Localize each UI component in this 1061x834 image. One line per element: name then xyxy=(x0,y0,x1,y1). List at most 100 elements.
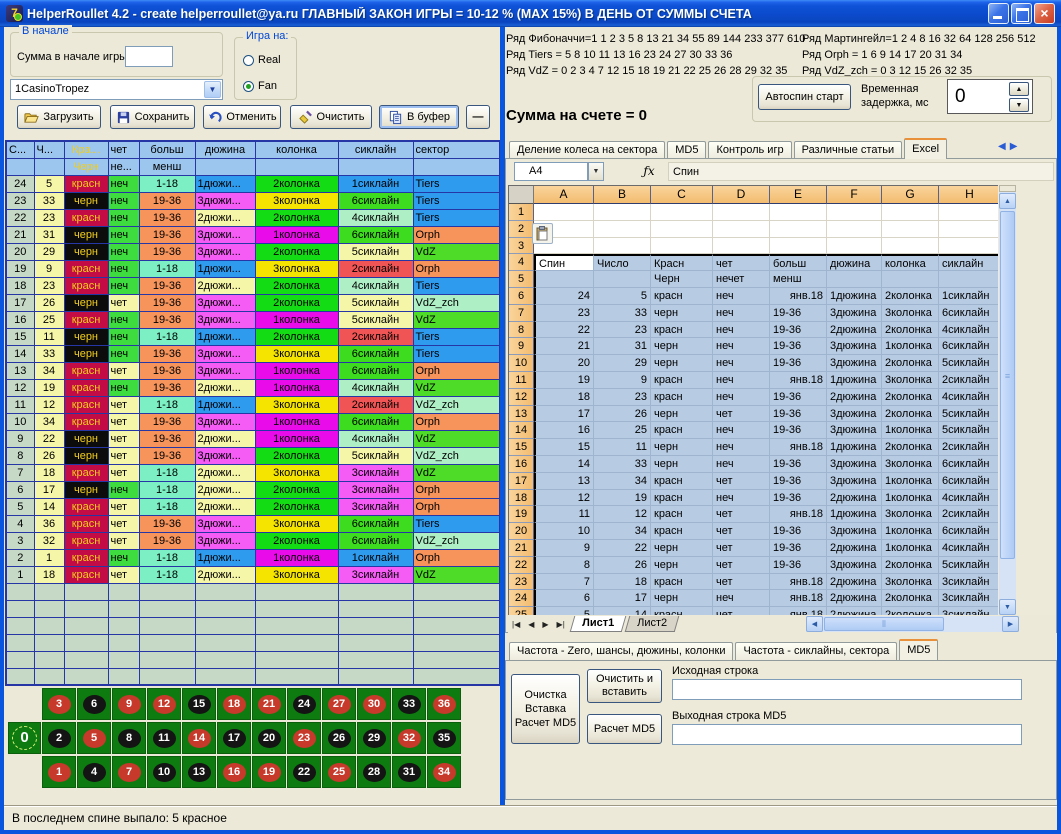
excel-cell-D12[interactable]: неч xyxy=(713,389,770,406)
excel-cell-C15[interactable]: черн xyxy=(651,439,713,456)
excel-cell-C6[interactable]: красн xyxy=(651,288,713,305)
excel-cell-A19[interactable]: 11 xyxy=(534,506,594,523)
excel-cell-F3[interactable] xyxy=(827,238,882,255)
excel-cell-H11[interactable]: 2сиклайн xyxy=(939,372,998,389)
excel-cell-A8[interactable]: 22 xyxy=(534,322,594,339)
excel-cell-F25[interactable]: 2дюжина xyxy=(827,607,882,615)
roulette-cell-35[interactable]: 35 xyxy=(427,722,461,754)
excel-cell-A17[interactable]: 13 xyxy=(534,473,594,490)
roulette-cell-7[interactable]: 7 xyxy=(112,756,146,788)
excel-cell-D2[interactable] xyxy=(713,221,770,238)
excel-cell-H24[interactable]: 3сиклайн xyxy=(939,590,998,607)
excel-cell-A16[interactable]: 14 xyxy=(534,456,594,473)
excel-cell-D13[interactable]: чет xyxy=(713,406,770,423)
excel-row-header-8[interactable]: 8 xyxy=(509,322,534,339)
excel-cell-F24[interactable]: 2дюжина xyxy=(827,590,882,607)
excel-cell-G12[interactable]: 2колонка xyxy=(882,389,939,406)
excel-cell-A4[interactable]: Спин xyxy=(534,254,594,271)
excel-cell-F12[interactable]: 2дюжина xyxy=(827,389,882,406)
excel-cell-C11[interactable]: красн xyxy=(651,372,713,389)
excel-cell-H10[interactable]: 5сиклайн xyxy=(939,355,998,372)
excel-cell-B16[interactable]: 33 xyxy=(594,456,651,473)
sheet-nav-first-button[interactable]: |◀ xyxy=(508,620,524,629)
excel-cell-E20[interactable]: 19-36 xyxy=(770,523,827,540)
excel-cell-H9[interactable]: 6сиклайн xyxy=(939,338,998,355)
excel-cell-B8[interactable]: 23 xyxy=(594,322,651,339)
excel-cell-D15[interactable]: неч xyxy=(713,439,770,456)
excel-cell-B11[interactable]: 9 xyxy=(594,372,651,389)
excel-row-header-16[interactable]: 16 xyxy=(509,456,534,473)
excel-cell-H25[interactable]: 3сиклайн xyxy=(939,607,998,615)
excel-row-header-17[interactable]: 17 xyxy=(509,473,534,490)
excel-cell-H19[interactable]: 2сиклайн xyxy=(939,506,998,523)
roulette-cell-26[interactable]: 26 xyxy=(322,722,356,754)
roulette-cell-10[interactable]: 10 xyxy=(147,756,181,788)
excel-cell-C4[interactable]: Красн xyxy=(651,254,713,271)
excel-cell-C3[interactable] xyxy=(651,238,713,255)
excel-cell-B10[interactable]: 29 xyxy=(594,355,651,372)
excel-cell-H21[interactable]: 4сиклайн xyxy=(939,540,998,557)
excel-cell-A15[interactable]: 15 xyxy=(534,439,594,456)
excel-cell-F22[interactable]: 3дюжина xyxy=(827,557,882,574)
roulette-cell-16[interactable]: 16 xyxy=(217,756,251,788)
excel-cell-H14[interactable]: 5сиклайн xyxy=(939,422,998,439)
excel-cell-D14[interactable]: неч xyxy=(713,422,770,439)
roulette-cell-6[interactable]: 6 xyxy=(77,688,111,720)
excel-cell-E11[interactable]: янв.18 xyxy=(770,372,827,389)
excel-col-header-G[interactable]: G xyxy=(882,186,939,204)
excel-cell-H5[interactable] xyxy=(939,271,998,288)
excel-cell-H4[interactable]: сиклайн xyxy=(939,254,998,271)
scroll-left-icon[interactable]: ◀ xyxy=(806,616,823,632)
excel-cell-E22[interactable]: 19-36 xyxy=(770,557,827,574)
excel-cell-A23[interactable]: 7 xyxy=(534,574,594,591)
excel-cell-A18[interactable]: 12 xyxy=(534,490,594,507)
excel-cell-F9[interactable]: 3дюжина xyxy=(827,338,882,355)
excel-cell-H18[interactable]: 4сиклайн xyxy=(939,490,998,507)
excel-cell-D17[interactable]: чет xyxy=(713,473,770,490)
close-button[interactable]: × xyxy=(1034,3,1055,24)
main-tab-3[interactable]: Различные статьи xyxy=(794,141,903,159)
excel-cell-C9[interactable]: черн xyxy=(651,338,713,355)
excel-cell-F7[interactable]: 3дюжина xyxy=(827,305,882,322)
excel-cell-D22[interactable]: чет xyxy=(713,557,770,574)
excel-cell-F20[interactable]: 3дюжина xyxy=(827,523,882,540)
roulette-cell-27[interactable]: 27 xyxy=(322,688,356,720)
md5-clear-paste-calc-button[interactable]: Очистка Вставка Расчет MD5 xyxy=(511,674,580,744)
excel-cell-B5[interactable] xyxy=(594,271,651,288)
excel-cell-E16[interactable]: 19-36 xyxy=(770,456,827,473)
excel-cell-G5[interactable] xyxy=(882,271,939,288)
excel-cell-F10[interactable]: 3дюжина xyxy=(827,355,882,372)
excel-cell-C2[interactable] xyxy=(651,221,713,238)
excel-cell-D5[interactable]: нечет xyxy=(713,271,770,288)
excel-cell-G24[interactable]: 2колонка xyxy=(882,590,939,607)
excel-cell-E1[interactable] xyxy=(770,204,827,221)
excel-row-header-23[interactable]: 23 xyxy=(509,574,534,591)
excel-cell-H23[interactable]: 3сиклайн xyxy=(939,574,998,591)
excel-cell-A7[interactable]: 23 xyxy=(534,305,594,322)
roulette-cell-17[interactable]: 17 xyxy=(217,722,251,754)
casino-select[interactable]: 1CasinoTropez ▼ xyxy=(10,79,223,100)
main-tab-2[interactable]: Контроль игр xyxy=(708,141,791,159)
roulette-cell-4[interactable]: 4 xyxy=(77,756,111,788)
excel-row-header-20[interactable]: 20 xyxy=(509,523,534,540)
roulette-cell-13[interactable]: 13 xyxy=(182,756,216,788)
excel-row-header-11[interactable]: 11 xyxy=(509,372,534,389)
excel-cell-E5[interactable]: менш xyxy=(770,271,827,288)
md5-clear-and-paste-button[interactable]: Очистить и вставить xyxy=(587,669,662,703)
tab-scroll-left-icon[interactable]: ◀ xyxy=(998,141,1006,152)
scrollbar-split-handle[interactable] xyxy=(999,185,1016,192)
excel-cell-H16[interactable]: 6сиклайн xyxy=(939,456,998,473)
excel-cell-F5[interactable] xyxy=(827,271,882,288)
excel-cell-C14[interactable]: красн xyxy=(651,422,713,439)
excel-cell-G13[interactable]: 2колонка xyxy=(882,406,939,423)
excel-col-header-D[interactable]: D xyxy=(713,186,770,204)
excel-cell-A21[interactable]: 9 xyxy=(534,540,594,557)
roulette-cell-2[interactable]: 2 xyxy=(42,722,76,754)
excel-cell-E23[interactable]: янв.18 xyxy=(770,574,827,591)
roulette-cell-21[interactable]: 21 xyxy=(252,688,286,720)
excel-cell-E13[interactable]: 19-36 xyxy=(770,406,827,423)
excel-cell-E17[interactable]: 19-36 xyxy=(770,473,827,490)
excel-col-header-F[interactable]: F xyxy=(827,186,882,204)
excel-cell-H3[interactable] xyxy=(939,238,998,255)
excel-cell-F17[interactable]: 3дюжина xyxy=(827,473,882,490)
